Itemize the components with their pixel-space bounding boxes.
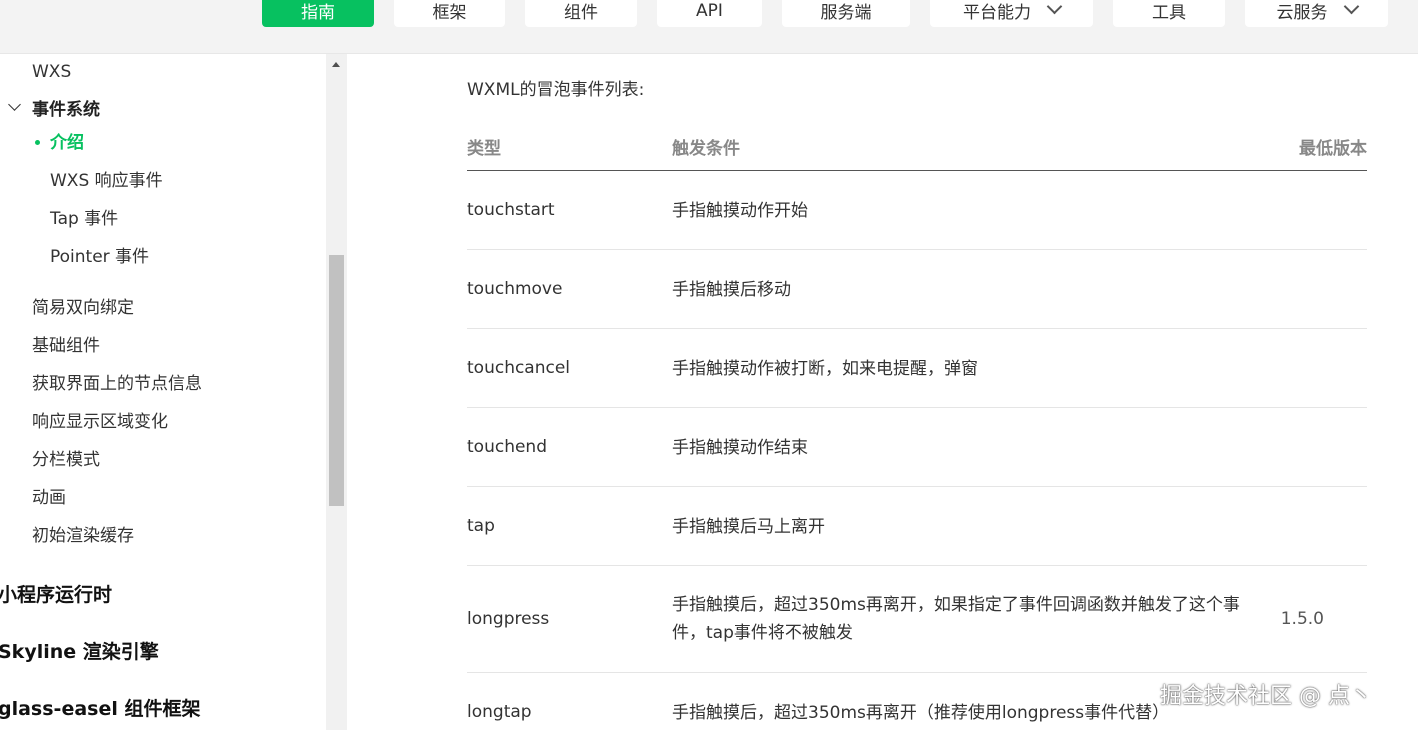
sidebar-section-skyline[interactable]: Skyline 渲染引擎 xyxy=(0,641,159,663)
sidebar-item-basic-components[interactable]: 基础组件 xyxy=(32,335,100,357)
sidebar-item-binding[interactable]: 简易双向绑定 xyxy=(32,297,134,319)
cell-condition: 手指触摸动作被打断，如来电提醒，弹窗 xyxy=(672,359,978,379)
top-navigation: 指南 框架 组件 API 服务端 平台能力 工具 云服务 xyxy=(0,0,1418,54)
tab-label: 指南 xyxy=(301,3,335,23)
cell-type: longpress xyxy=(467,609,550,629)
sidebar: WXS 事件系统 介绍 WXS 响应事件 Tap 事件 Pointer 事件 简… xyxy=(0,54,326,730)
main-content: WXML的冒泡事件列表: 类型 触发条件 最低版本 touchstart 手指触… xyxy=(347,54,1418,730)
cell-condition: 手指触摸动作开始 xyxy=(672,201,808,221)
cell-condition: 手指触摸后，超过350ms再离开，如果指定了事件回调函数并触发了这个事件，tap… xyxy=(672,595,1240,643)
cell-version: 1.5.0 xyxy=(1280,609,1324,629)
tab-components[interactable]: 组件 xyxy=(525,0,637,27)
table-row: tap 手指触摸后马上离开 xyxy=(467,487,1367,566)
active-bullet-icon xyxy=(35,140,40,145)
tab-api[interactable]: API xyxy=(657,0,762,27)
cell-condition: 手指触摸动作结束 xyxy=(672,438,808,458)
tab-label: 平台能力 xyxy=(963,3,1031,23)
tab-tools[interactable]: 工具 xyxy=(1113,0,1225,27)
table-row: touchend 手指触摸动作结束 xyxy=(467,408,1367,487)
table-row: touchcancel 手指触摸动作被打断，如来电提醒，弹窗 xyxy=(467,329,1367,408)
tab-label: API xyxy=(696,0,723,21)
sidebar-item-animation[interactable]: 动画 xyxy=(32,487,66,509)
cell-type: tap xyxy=(467,516,495,536)
sidebar-scrollbar[interactable] xyxy=(326,54,347,730)
sidebar-item-intro[interactable]: 介绍 xyxy=(50,132,84,154)
sidebar-item-event-system[interactable]: 事件系统 xyxy=(32,99,100,121)
header-version: 最低版本 xyxy=(1299,139,1367,159)
tab-server[interactable]: 服务端 xyxy=(782,0,910,27)
sidebar-item-initial-cache[interactable]: 初始渲染缓存 xyxy=(32,525,134,547)
sidebar-item-pointer-event[interactable]: Pointer 事件 xyxy=(50,246,149,268)
tab-label: 云服务 xyxy=(1276,3,1328,23)
tab-label: 服务端 xyxy=(820,3,872,23)
header-type: 类型 xyxy=(467,139,501,159)
sidebar-item-tap-event[interactable]: Tap 事件 xyxy=(50,208,118,230)
sidebar-item-display-area[interactable]: 响应显示区域变化 xyxy=(32,411,168,433)
scroll-up-arrow-icon[interactable] xyxy=(332,62,340,67)
cell-type: touchmove xyxy=(467,279,563,299)
cell-type: touchstart xyxy=(467,200,555,220)
header-condition: 触发条件 xyxy=(672,139,740,159)
tab-label: 工具 xyxy=(1152,3,1186,23)
sidebar-item-wxs[interactable]: WXS xyxy=(32,61,71,83)
scrollbar-thumb[interactable] xyxy=(329,255,344,506)
tab-platform-capabilities[interactable]: 平台能力 xyxy=(930,0,1093,27)
tab-label: 框架 xyxy=(432,3,467,23)
cell-type: touchend xyxy=(467,437,547,457)
cell-type: touchcancel xyxy=(467,358,571,378)
chevron-down-icon xyxy=(1046,0,1063,15)
table-row: longpress 手指触摸后，超过350ms再离开，如果指定了事件回调函数并触… xyxy=(467,566,1367,673)
table-row: touchstart 手指触摸动作开始 xyxy=(467,171,1367,250)
sidebar-item-node-info[interactable]: 获取界面上的节点信息 xyxy=(32,373,202,395)
cell-type: longtap xyxy=(467,702,532,722)
cell-condition: 手指触摸后马上离开 xyxy=(672,517,825,537)
tab-guide[interactable]: 指南 xyxy=(262,0,374,27)
table-row: touchmove 手指触摸后移动 xyxy=(467,250,1367,329)
tab-label: 组件 xyxy=(564,3,598,23)
chevron-down-icon xyxy=(1343,0,1359,15)
watermark: 掘金技术社区 @ 点丶 xyxy=(1160,684,1372,709)
section-intro: WXML的冒泡事件列表: xyxy=(467,80,645,100)
tab-framework[interactable]: 框架 xyxy=(394,0,505,27)
tab-cloud-services[interactable]: 云服务 xyxy=(1245,0,1388,27)
sidebar-item-column-mode[interactable]: 分栏模式 xyxy=(32,449,100,471)
table-header: 类型 触发条件 最低版本 xyxy=(467,132,1367,171)
sidebar-item-wxs-response[interactable]: WXS 响应事件 xyxy=(50,170,163,192)
sidebar-section-runtime[interactable]: 小程序运行时 xyxy=(0,584,112,606)
cell-condition: 手指触摸后移动 xyxy=(672,280,791,300)
chevron-down-icon[interactable] xyxy=(8,98,21,111)
sidebar-section-glass-easel[interactable]: glass-easel 组件框架 xyxy=(0,698,200,720)
events-table: 类型 触发条件 最低版本 touchstart 手指触摸动作开始 touchmo… xyxy=(467,132,1367,751)
